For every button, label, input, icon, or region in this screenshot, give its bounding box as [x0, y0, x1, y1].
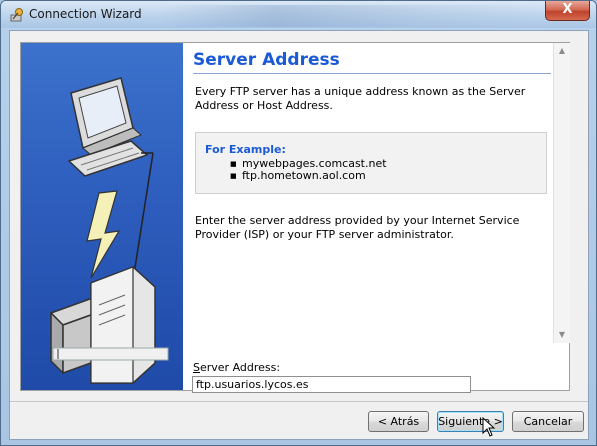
server-address-input[interactable]: ftp.usuarios.lycos.es — [192, 376, 471, 393]
wizard-page: Server Address Every FTP server has a un… — [20, 42, 570, 393]
button-separator — [10, 401, 588, 402]
list-item: ftp.hometown.aol.com — [230, 170, 387, 183]
title-divider — [193, 73, 551, 74]
page-title: Server Address — [193, 50, 340, 70]
server-address-label: Server Address: — [193, 361, 280, 374]
wizard-dialog: Server Address Every FTP server has a un… — [9, 30, 589, 440]
close-icon: X — [562, 2, 573, 17]
scroll-up-arrow-icon[interactable]: ▲ — [554, 43, 570, 59]
page-indicator-strip — [52, 347, 169, 361]
scroll-down-arrow-icon[interactable]: ▼ — [554, 327, 570, 343]
computer-to-server-illustration — [49, 77, 169, 384]
lightning-icon — [86, 190, 121, 279]
background-window-blur — [161, 5, 541, 27]
wizard-side-illustration — [21, 43, 183, 390]
example-list: mywebpages.comcast.net ftp.hometown.aol.… — [230, 158, 387, 183]
client-computer-icon — [67, 77, 149, 177]
server-address-accelerator: S — [193, 361, 200, 374]
content-scrollbar[interactable]: ▲ ▼ — [553, 43, 570, 343]
close-button[interactable]: X — [545, 1, 590, 21]
connection-wizard-window: Connection Wizard X Server Address Every… — [0, 0, 597, 446]
instructions-text: Enter the server address provided by you… — [195, 214, 520, 241]
cancel-button[interactable]: Cancelar — [512, 411, 584, 432]
wizard-app-icon — [10, 8, 23, 22]
window-title: Connection Wizard — [29, 7, 142, 21]
server-icon — [49, 266, 156, 384]
example-title: For Example: — [205, 143, 286, 156]
intro-text: Every FTP server has a unique address kn… — [195, 85, 526, 112]
wizard-content: Server Address Every FTP server has a un… — [185, 43, 553, 343]
example-box: For Example: mywebpages.comcast.net ftp.… — [195, 132, 547, 194]
mouse-pointer-icon — [482, 417, 496, 437]
server-address-label-text: erver Address: — [199, 361, 281, 374]
title-bar[interactable]: Connection Wizard X — [1, 1, 596, 28]
back-button[interactable]: < Atrás — [368, 411, 429, 432]
